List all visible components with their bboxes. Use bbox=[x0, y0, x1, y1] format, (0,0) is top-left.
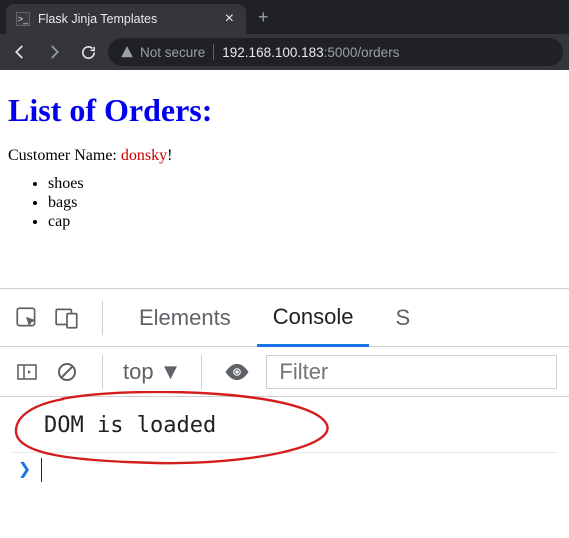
console-output: DOM is loaded ❯ bbox=[0, 397, 569, 538]
close-icon[interactable]: × bbox=[223, 11, 236, 27]
console-sidebar-toggle-icon[interactable] bbox=[12, 357, 42, 387]
customer-label: Customer Name: bbox=[8, 147, 121, 164]
browser-chrome: >_ Flask Jinja Templates × + Not secure … bbox=[0, 0, 569, 70]
devtools-panel: Elements Console S top ▼ bbox=[0, 288, 569, 538]
address-divider bbox=[213, 44, 214, 60]
tab-console[interactable]: Console bbox=[257, 290, 370, 347]
list-item: bags bbox=[48, 194, 561, 212]
tab-elements[interactable]: Elements bbox=[123, 289, 247, 346]
chevron-down-icon: ▼ bbox=[160, 359, 182, 385]
not-secure-indicator[interactable]: Not secure bbox=[120, 45, 205, 60]
device-toolbar-icon[interactable] bbox=[52, 303, 82, 333]
page-content: List of Orders: Customer Name: donsky! s… bbox=[0, 70, 569, 247]
context-selector[interactable]: top ▼ bbox=[123, 359, 181, 385]
address-url: 192.168.100.183:5000/orders bbox=[222, 45, 399, 60]
warning-icon bbox=[120, 45, 134, 59]
new-tab-button[interactable]: + bbox=[246, 2, 281, 32]
devtools-tab-bar: Elements Console S bbox=[0, 289, 569, 347]
tab-sources[interactable]: S bbox=[379, 289, 410, 346]
tab-title: Flask Jinja Templates bbox=[38, 12, 215, 26]
page-title: List of Orders: bbox=[8, 92, 561, 129]
forward-button[interactable] bbox=[40, 38, 68, 66]
customer-name: donsky bbox=[121, 147, 167, 164]
customer-suffix: ! bbox=[167, 147, 172, 164]
eye-icon[interactable] bbox=[222, 357, 252, 387]
reload-button[interactable] bbox=[74, 38, 102, 66]
chevron-right-icon: ❯ bbox=[18, 457, 31, 482]
list-item: shoes bbox=[48, 175, 561, 193]
divider bbox=[102, 355, 103, 389]
filter-input[interactable] bbox=[266, 355, 557, 389]
url-port-path: :5000/orders bbox=[324, 45, 400, 60]
browser-tab[interactable]: >_ Flask Jinja Templates × bbox=[6, 4, 246, 34]
inspect-icon[interactable] bbox=[12, 303, 42, 333]
console-message: DOM is loaded bbox=[12, 407, 557, 444]
divider bbox=[102, 301, 103, 335]
filter-field-wrapper bbox=[266, 355, 557, 389]
context-label: top bbox=[123, 359, 154, 385]
tab-strip: >_ Flask Jinja Templates × + bbox=[0, 0, 569, 34]
list-item: cap bbox=[48, 213, 561, 231]
browser-toolbar: Not secure 192.168.100.183:5000/orders bbox=[0, 34, 569, 70]
customer-line: Customer Name: donsky! bbox=[8, 147, 561, 165]
url-host: 192.168.100.183 bbox=[222, 45, 323, 60]
back-button[interactable] bbox=[6, 38, 34, 66]
text-cursor bbox=[41, 458, 42, 482]
clear-console-icon[interactable] bbox=[52, 357, 82, 387]
not-secure-label: Not secure bbox=[140, 45, 205, 60]
order-list: shoes bags cap bbox=[8, 175, 561, 231]
console-toolbar: top ▼ bbox=[0, 347, 569, 397]
divider bbox=[201, 355, 202, 389]
address-bar[interactable]: Not secure 192.168.100.183:5000/orders bbox=[108, 38, 563, 66]
terminal-icon: >_ bbox=[16, 12, 30, 26]
console-prompt[interactable]: ❯ bbox=[12, 452, 557, 486]
